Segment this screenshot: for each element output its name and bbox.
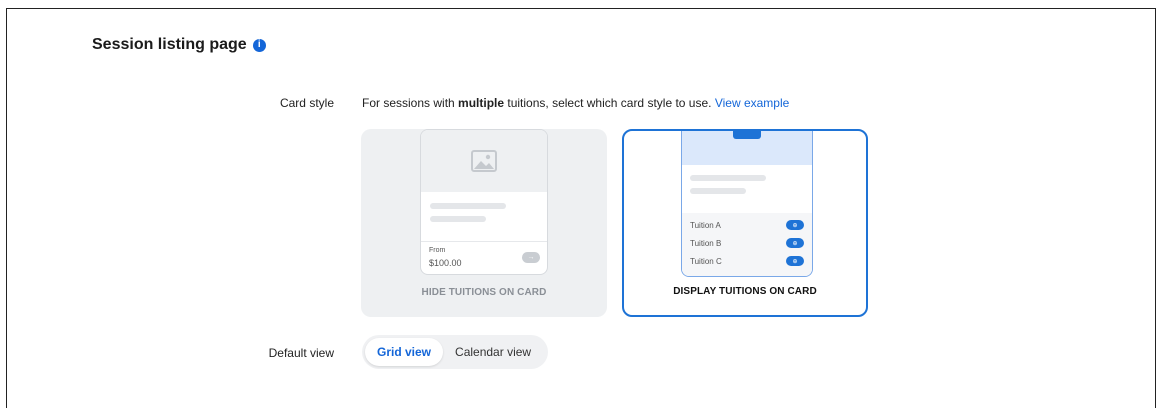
tuition-label: Tuition B	[690, 238, 722, 248]
option-caption: HIDE TUITIONS ON CARD	[421, 287, 547, 298]
tuition-row: Tuition B ⊕	[690, 238, 804, 248]
tuition-row: Tuition C ⊕	[690, 256, 804, 266]
image-icon	[733, 131, 761, 139]
tuition-label: Tuition A	[690, 220, 721, 230]
tuition-list: Tuition A ⊕ Tuition B ⊕ Tuition C ⊕	[682, 213, 812, 276]
card-preview-display: Tuition A ⊕ Tuition B ⊕ Tuition C ⊕	[681, 131, 813, 277]
section-title: Session listing page i	[92, 36, 266, 54]
cart-icon: ⊕	[786, 220, 804, 230]
card-preview-hide: From $100.00 →	[420, 129, 548, 275]
text-placeholder	[430, 203, 506, 209]
from-label: From	[429, 247, 446, 254]
option-hide-tuitions[interactable]: From $100.00 → HIDE TUITIONS ON CARD	[361, 129, 607, 317]
arrow-icon: →	[522, 252, 540, 263]
tuition-row: Tuition A ⊕	[690, 220, 804, 230]
calendar-view-option[interactable]: Calendar view	[443, 338, 543, 366]
info-icon[interactable]: i	[252, 38, 266, 52]
option-caption: DISPLAY TUITIONS ON CARD	[673, 286, 817, 297]
image-placeholder	[421, 130, 547, 192]
section-title-text: Session listing page	[92, 36, 247, 53]
default-view-toggle: Grid view Calendar view	[362, 335, 548, 369]
text-placeholder	[690, 188, 746, 194]
desc-bold: multiple	[458, 96, 505, 110]
grid-view-option[interactable]: Grid view	[365, 338, 444, 366]
divider	[421, 241, 547, 242]
image-icon	[471, 150, 497, 172]
image-placeholder	[682, 131, 812, 165]
price-text: $100.00	[429, 258, 462, 268]
view-example-link[interactable]: View example	[715, 96, 789, 110]
card-style-label: Card style	[279, 96, 334, 110]
text-placeholder	[690, 175, 766, 181]
desc-prefix: For sessions with	[362, 96, 459, 110]
default-view-label: Default view	[268, 346, 334, 360]
option-display-tuitions[interactable]: Tuition A ⊕ Tuition B ⊕ Tuition C ⊕ DISP…	[622, 129, 868, 317]
cart-icon: ⊕	[786, 238, 804, 248]
desc-suffix: tuitions, select which card style to use…	[504, 96, 715, 110]
text-placeholder	[430, 216, 486, 222]
card-style-description: For sessions with multiple tuitions, sel…	[362, 96, 789, 110]
cart-icon: ⊕	[786, 256, 804, 266]
tuition-label: Tuition C	[690, 256, 722, 266]
